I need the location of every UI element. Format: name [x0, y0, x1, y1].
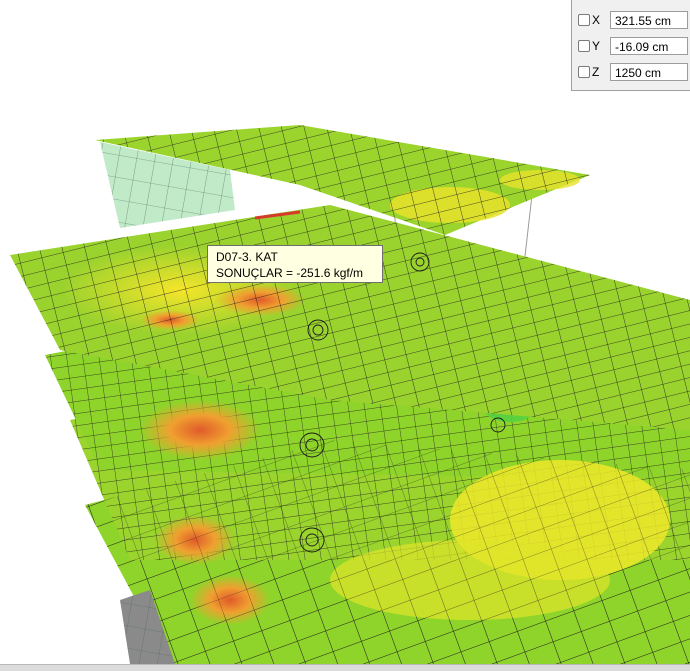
coord-row-z: Z 1250 cm — [578, 61, 688, 83]
z-coordinate-field[interactable]: 1250 cm — [610, 63, 688, 81]
x-lock-checkbox[interactable] — [578, 14, 590, 26]
y-coordinate-field[interactable]: -16.09 cm — [610, 37, 688, 55]
coord-row-x: X 321.55 cm — [578, 9, 688, 31]
z-lock-checkbox[interactable] — [578, 66, 590, 78]
y-lock-checkbox[interactable] — [578, 40, 590, 52]
x-axis-label: X — [592, 13, 601, 27]
slab-results-render — [10, 125, 690, 664]
coord-row-y: Y -16.09 cm — [578, 35, 688, 57]
result-tooltip: D07-3. KAT SONUÇLAR = -251.6 kgf/m — [207, 245, 383, 283]
tooltip-result: SONUÇLAR = -251.6 kgf/m — [216, 266, 364, 280]
3d-model-viewport[interactable] — [0, 0, 690, 664]
x-coordinate-field[interactable]: 321.55 cm — [610, 11, 688, 29]
coordinate-panel: X 321.55 cm Y -16.09 cm Z 1250 cm — [571, 0, 690, 91]
tooltip-title: D07-3. KAT — [216, 250, 278, 264]
y-axis-label: Y — [592, 39, 601, 53]
z-axis-label: Z — [592, 65, 600, 79]
